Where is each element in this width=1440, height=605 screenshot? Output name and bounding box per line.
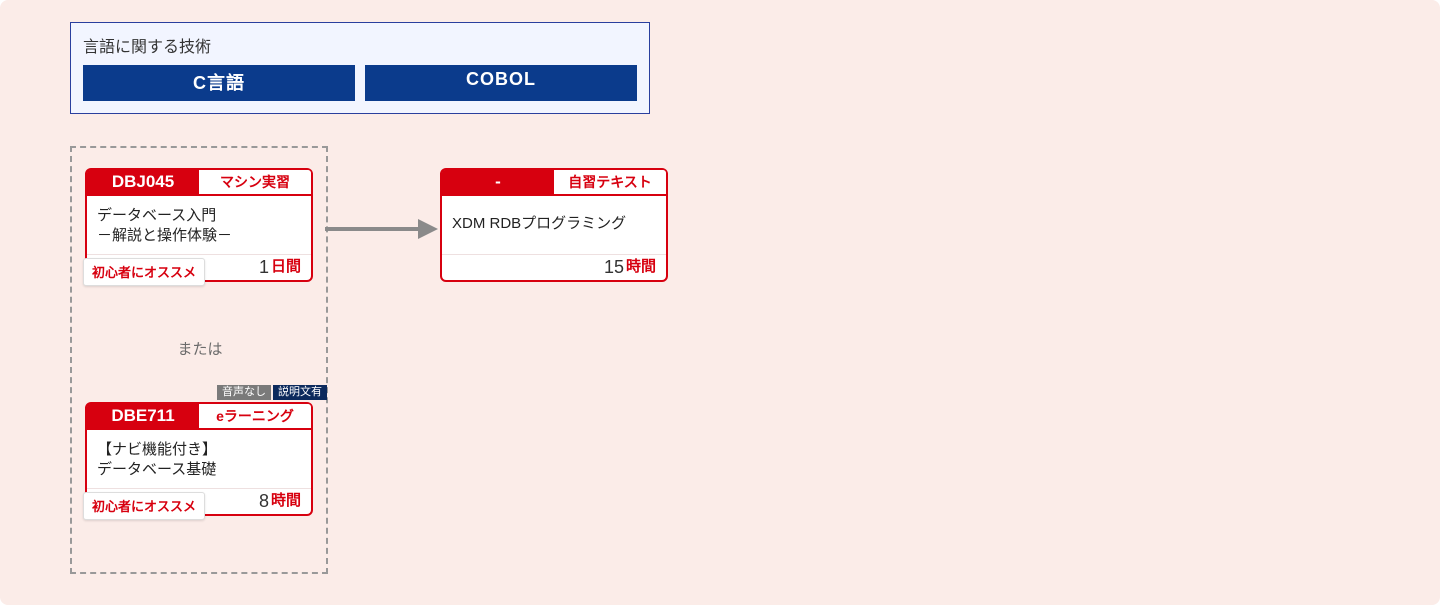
pretag-no-audio: 音声なし <box>217 385 271 400</box>
course-code: DBE711 <box>87 404 199 430</box>
recommend-badge: 初心者にオススメ <box>83 492 205 520</box>
duration-unit: 日間 <box>271 258 301 276</box>
tech-button-c[interactable]: C言語 <box>83 65 355 101</box>
course-code: DBJ045 <box>87 170 199 196</box>
course-title-line1: 【ナビ機能付き】 <box>97 441 217 458</box>
duration-unit: 時間 <box>626 258 656 276</box>
tech-button-cobol[interactable]: COBOL <box>365 65 637 101</box>
course-type: eラーニング <box>199 404 311 430</box>
or-label: または <box>160 338 240 359</box>
card-header: - 自習テキスト <box>442 170 666 196</box>
tech-header-box: 言語に関する技術 C言語 COBOL <box>70 22 650 114</box>
course-type: 自習テキスト <box>554 170 666 196</box>
duration-number: 1 <box>259 258 269 276</box>
course-title-line1: XDM RDBプログラミング <box>452 215 626 232</box>
card-header: DBJ045 マシン実習 <box>87 170 311 196</box>
course-card-dbe711[interactable]: DBE711 eラーニング 【ナビ機能付き】 データベース基礎 8 時間 初心者… <box>85 402 313 516</box>
duration-unit: 時間 <box>271 492 301 510</box>
pretag-has-text: 説明文有 <box>273 385 327 400</box>
course-title: 【ナビ機能付き】 データベース基礎 <box>87 430 311 488</box>
course-type: マシン実習 <box>199 170 311 196</box>
course-title: XDM RDBプログラミング <box>442 196 666 254</box>
course-card-dbj045[interactable]: DBJ045 マシン実習 データベース入門 －解説と操作体験－ 1 日間 初心者… <box>85 168 313 282</box>
tech-buttons-row: C言語 COBOL <box>83 65 637 101</box>
duration-number: 15 <box>604 258 624 276</box>
diagram-canvas: 言語に関する技術 C言語 COBOL DBJ045 マシン実習 データベース入門… <box>0 0 1440 605</box>
duration-number: 8 <box>259 492 269 510</box>
course-title-line2: －解説と操作体験－ <box>97 227 232 244</box>
course-card-xdm[interactable]: - 自習テキスト XDM RDBプログラミング 15 時間 <box>440 168 668 282</box>
course-code: - <box>442 170 554 196</box>
arrow-icon <box>320 214 440 244</box>
course-title-line2: データベース基礎 <box>97 461 216 478</box>
recommend-badge: 初心者にオススメ <box>83 258 205 286</box>
card-header: DBE711 eラーニング <box>87 404 311 430</box>
course-title: データベース入門 －解説と操作体験－ <box>87 196 311 254</box>
tech-header-title: 言語に関する技術 <box>83 33 637 57</box>
course-title-line1: データベース入門 <box>97 207 216 224</box>
course-duration: 15 時間 <box>442 254 666 280</box>
pretag-row: 音声なし 説明文有 <box>217 385 327 400</box>
